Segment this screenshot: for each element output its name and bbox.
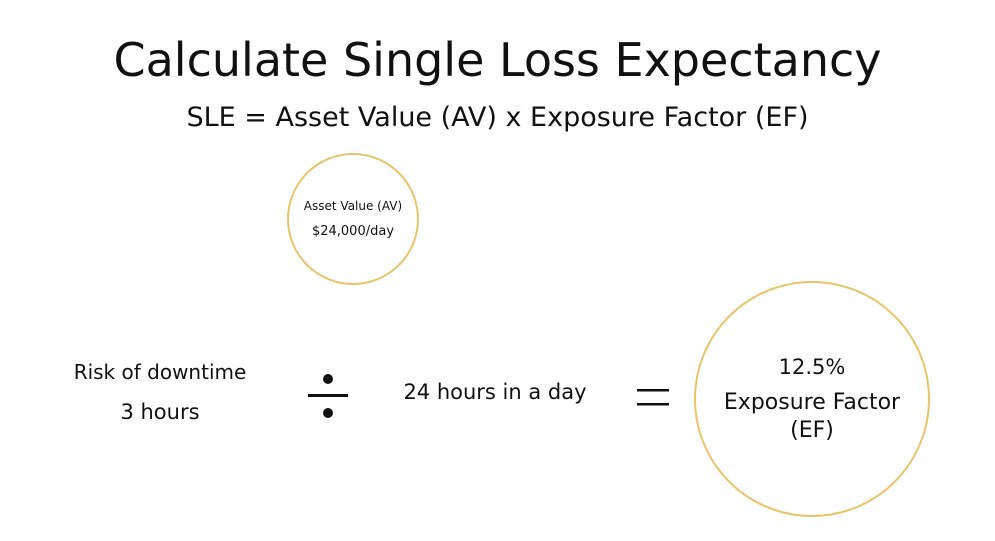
hours-in-a-day: 24 hours in a day bbox=[403, 380, 587, 404]
sle-formula: SLE = Asset Value (AV) x Exposure Factor… bbox=[186, 102, 809, 133]
asset-value-amount: $24,000/day bbox=[311, 224, 395, 239]
exposure-factor-circle: 12.5% Exposure Factor (EF) bbox=[694, 281, 930, 517]
risk-label: Risk of downtime bbox=[73, 360, 247, 384]
risk-of-downtime: Risk of downtime 3 hours bbox=[50, 358, 270, 426]
exposure-factor-abbr: (EF) bbox=[790, 418, 834, 443]
divide-icon bbox=[308, 374, 348, 418]
asset-value-label: Asset Value (AV) bbox=[303, 199, 403, 213]
exposure-factor-label: Exposure Factor bbox=[723, 390, 901, 415]
risk-hours: 3 hours bbox=[120, 400, 200, 424]
page-title: Calculate Single Loss Expectancy bbox=[113, 33, 882, 87]
asset-value-circle: Asset Value (AV) $24,000/day bbox=[287, 153, 419, 285]
equals-icon bbox=[637, 389, 669, 406]
exposure-factor-percent: 12.5% bbox=[778, 355, 846, 379]
